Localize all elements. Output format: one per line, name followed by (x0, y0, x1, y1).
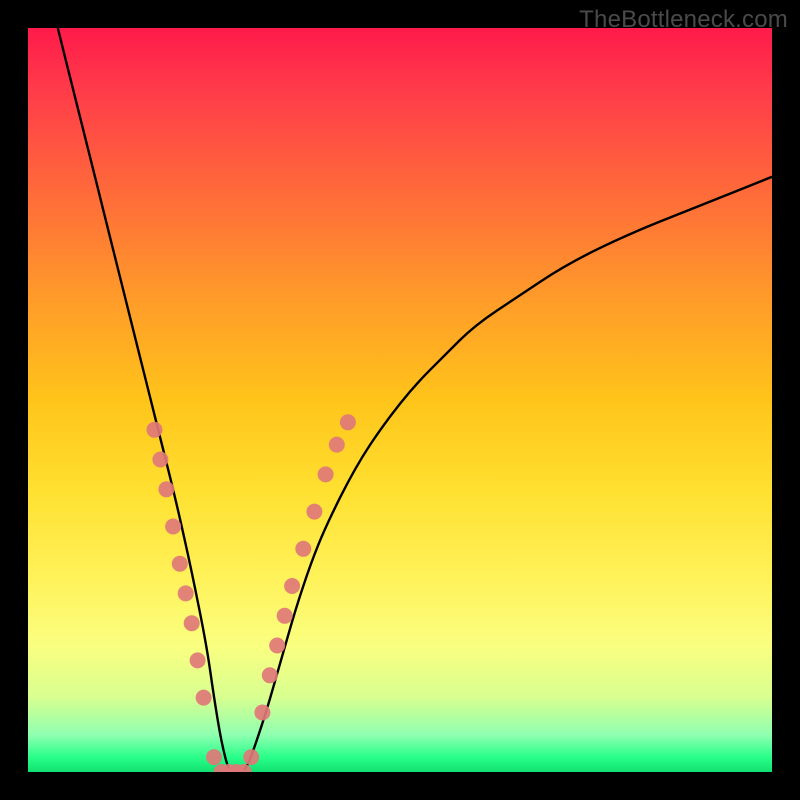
marker-dot (184, 615, 200, 631)
marker-dot (340, 414, 356, 430)
marker-dot (178, 585, 194, 601)
watermark-text: TheBottleneck.com (579, 6, 788, 34)
marker-dot (158, 481, 174, 497)
marker-dot (152, 452, 168, 468)
marker-dot (254, 705, 270, 721)
marker-group (147, 414, 356, 772)
marker-dot (262, 667, 278, 683)
marker-dot (277, 608, 293, 624)
marker-dot (269, 638, 285, 654)
marker-dot (172, 556, 188, 572)
marker-dot (147, 422, 163, 438)
bottleneck-curve-path (58, 28, 772, 772)
marker-dot (329, 437, 345, 453)
marker-dot (284, 578, 300, 594)
marker-dot (206, 749, 222, 765)
plot-frame (28, 28, 772, 772)
marker-dot (295, 541, 311, 557)
curve-layer (28, 28, 772, 772)
marker-dot (190, 652, 206, 668)
marker-dot (306, 504, 322, 520)
marker-dot (165, 519, 181, 535)
plot-area (28, 28, 772, 772)
marker-dot (196, 690, 212, 706)
marker-dot (243, 749, 259, 765)
marker-dot (318, 466, 334, 482)
